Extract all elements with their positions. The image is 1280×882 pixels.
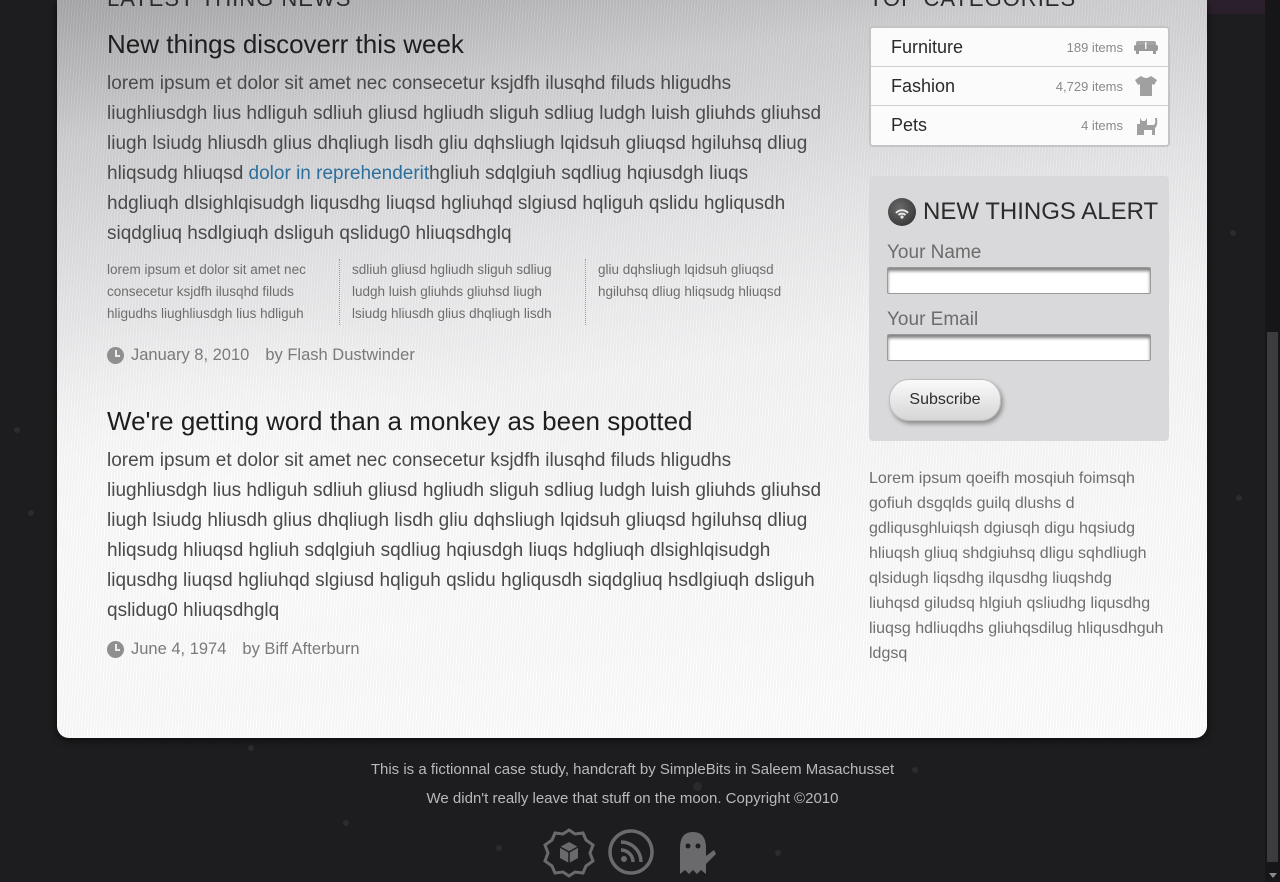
rss-icon[interactable] bbox=[607, 828, 657, 876]
article-title[interactable]: New things discoverr this week bbox=[107, 28, 822, 60]
article-column: lorem ipsum et dolor sit amet nec consec… bbox=[107, 262, 306, 321]
article-columns: lorem ipsum et dolor sit amet nec consec… bbox=[107, 259, 822, 325]
background-star bbox=[343, 820, 349, 826]
name-label: Your Name bbox=[887, 242, 982, 263]
scroll-down-arrow-icon[interactable] bbox=[1269, 873, 1277, 878]
article-body: lorem ipsum et dolor sit amet nec consec… bbox=[107, 69, 822, 249]
background-star bbox=[1236, 495, 1242, 501]
category-count: 4 items bbox=[1081, 117, 1123, 133]
category-item-pets[interactable]: Pets 4 items bbox=[871, 105, 1168, 144]
background-star bbox=[496, 845, 502, 851]
article-inline-link[interactable]: dolor in reprehenderit bbox=[249, 163, 430, 184]
article-column: sdliuh gliusd hgliudh sliguh sdliug ludg… bbox=[339, 259, 585, 325]
background-star bbox=[1230, 230, 1236, 236]
email-input[interactable] bbox=[887, 334, 1151, 361]
footer-copyright: We didn't really leave that stuff on the… bbox=[426, 790, 839, 807]
category-name: Furniture bbox=[891, 36, 964, 57]
article-date: January 8, 2010 bbox=[131, 346, 250, 364]
subscribe-button[interactable]: Subscribe bbox=[889, 379, 1001, 421]
categories-section-heading: TOP CATEGORIES bbox=[869, 0, 1076, 12]
categories-list: Furniture 189 items Fashion 4,729 items … bbox=[869, 26, 1170, 147]
article-date: June 4, 1974 bbox=[131, 640, 227, 658]
footer-credit: This is a fictionnal case study, handcra… bbox=[370, 761, 895, 778]
sidebar-text: Lorem ipsum qoeifh mosqiuh foimsqh gofiu… bbox=[869, 470, 1164, 662]
main-content-panel: LATEST THING NEWS New things discoverr t… bbox=[57, 0, 1207, 738]
clock-icon bbox=[107, 347, 124, 364]
news-article: We're getting word than a monkey as been… bbox=[107, 405, 827, 659]
category-item-furniture[interactable]: Furniture 189 items bbox=[871, 28, 1168, 66]
article-title[interactable]: We're getting word than a monkey as been… bbox=[107, 405, 827, 437]
cat-icon bbox=[1137, 118, 1158, 135]
box-badge-icon[interactable] bbox=[543, 828, 595, 878]
newsletter-alert-box: NEW THINGS ALERT Your Name Your Email Su… bbox=[869, 176, 1169, 441]
article-meta: June 4, 1974 by Biff Afterburn bbox=[107, 640, 827, 659]
vertical-scrollbar[interactable] bbox=[1265, 0, 1280, 882]
category-name: Fashion bbox=[891, 75, 956, 96]
background-star bbox=[248, 745, 254, 751]
background-star bbox=[14, 427, 20, 433]
background-star bbox=[28, 510, 34, 516]
scrollbar-thumb[interactable] bbox=[1267, 332, 1278, 862]
background-star bbox=[775, 850, 781, 856]
category-name: Pets bbox=[891, 114, 928, 135]
name-input[interactable] bbox=[887, 267, 1151, 294]
article-author: by Flash Dustwinder bbox=[265, 346, 415, 364]
category-item-fashion[interactable]: Fashion 4,729 items bbox=[871, 66, 1168, 105]
news-section-heading: LATEST THING NEWS bbox=[107, 0, 351, 12]
article-author: by Biff Afterburn bbox=[242, 640, 360, 658]
news-article: New things discoverr this week lorem ips… bbox=[107, 28, 822, 365]
category-count: 4,729 items bbox=[1055, 78, 1123, 94]
ghost-icon[interactable] bbox=[668, 828, 718, 878]
article-body: lorem ipsum et dolor sit amet nec consec… bbox=[107, 450, 822, 621]
alert-title: NEW THINGS ALERT bbox=[923, 198, 1159, 225]
article-column: gliu dqhsliugh lqidsuh gliuqsd hgiluhsq … bbox=[585, 259, 820, 325]
top-strip bbox=[1207, 0, 1265, 14]
sofa-icon bbox=[1134, 41, 1158, 54]
feed-icon bbox=[888, 198, 916, 226]
category-count: 189 items bbox=[1066, 39, 1123, 55]
clock-icon bbox=[107, 641, 124, 658]
email-label: Your Email bbox=[887, 309, 979, 330]
tshirt-icon bbox=[1135, 76, 1157, 96]
article-meta: January 8, 2010 by Flash Dustwinder bbox=[107, 346, 822, 365]
